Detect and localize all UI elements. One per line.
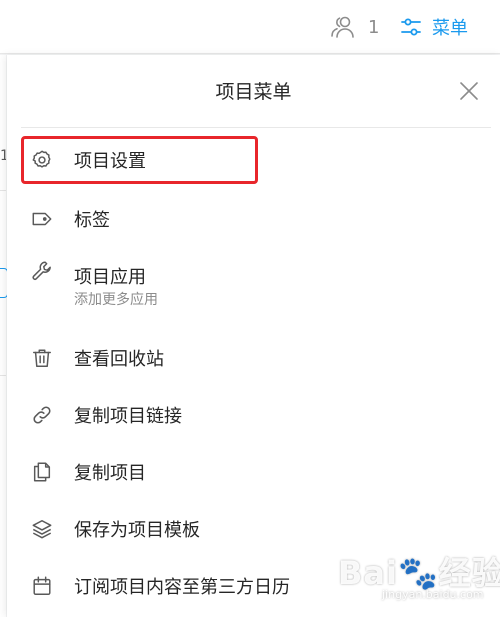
background-partial-text: 1 [0, 148, 6, 164]
background-divider [0, 190, 6, 191]
trash-icon [33, 349, 51, 367]
menu-item-tags[interactable]: 标签 [21, 195, 481, 243]
close-icon [460, 82, 478, 100]
menu-button[interactable]: 菜单 [400, 14, 468, 40]
menu-item-project-apps[interactable]: 项目应用 添加更多应用 [21, 251, 481, 313]
menu-item-label: 复制项目链接 [74, 406, 182, 427]
members-icon [330, 15, 356, 39]
panel-divider [21, 127, 491, 128]
menu-item-sublabel: 添加更多应用 [74, 292, 158, 308]
menu-item-copy-project[interactable]: 复制项目 [21, 448, 481, 496]
menu-item-label: 项目应用 [74, 267, 146, 288]
wrench-icon [32, 261, 51, 280]
menu-label: 菜单 [432, 18, 468, 39]
menu-item-label: 项目设置 [74, 151, 146, 172]
menu-item-label: 订阅项目内容至第三方日历 [74, 577, 290, 598]
menu-item-label: 保存为项目模板 [74, 520, 200, 541]
menu-item-recycle-bin[interactable]: 查看回收站 [21, 334, 481, 382]
members-button[interactable]: 1 [330, 14, 379, 40]
project-menu-panel: 项目菜单 项目设置 标签 项目应用 添加更多应用 查看回收站 复制项目链接 复制… [7, 55, 500, 617]
layers-icon [32, 520, 52, 539]
menu-item-copy-link[interactable]: 复制项目链接 [21, 391, 481, 439]
background-page-edge [0, 55, 6, 617]
copy-icon [33, 462, 51, 482]
gear-icon [32, 150, 51, 168]
menu-item-label: 查看回收站 [74, 349, 164, 370]
close-button[interactable] [457, 79, 481, 103]
menu-item-save-as-template[interactable]: 保存为项目模板 [21, 505, 481, 553]
menu-item-project-settings[interactable]: 项目设置 [21, 136, 258, 184]
panel-title: 项目菜单 [215, 81, 292, 103]
tag-icon [32, 212, 52, 226]
menu-item-subscribe-calendar[interactable]: 订阅项目内容至第三方日历 [21, 562, 481, 610]
sliders-icon [400, 16, 422, 38]
menu-item-label: 标签 [74, 210, 110, 231]
menu-item-label: 复制项目 [74, 463, 146, 484]
link-icon [33, 406, 51, 424]
calendar-icon [33, 576, 51, 595]
background-divider [0, 375, 6, 376]
top-bar: 1 菜单 [0, 0, 500, 54]
member-count: 1 [368, 16, 380, 38]
